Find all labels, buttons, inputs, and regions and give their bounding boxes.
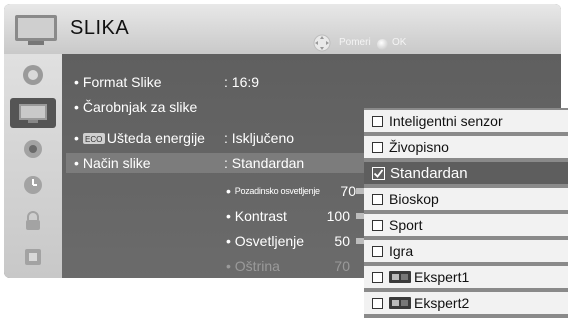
picture-icon (19, 104, 47, 123)
svg-text:ECO: ECO (85, 135, 102, 144)
option-label: Igra (389, 243, 414, 259)
menu-item-label: Format Slike (82, 74, 162, 90)
tv-icon (15, 15, 57, 45)
audio-icon (24, 140, 42, 158)
navigation-pad-icon (313, 34, 331, 52)
bullet: • (74, 130, 79, 146)
menu-item-value: : Isključeno (224, 130, 295, 146)
menu-item-label: Način slike (82, 155, 151, 171)
sidebar-item-lock[interactable] (10, 206, 56, 236)
option-label: Inteligentni senzor (389, 113, 503, 129)
menu-item-format[interactable]: • Format Slike : 16:9 (74, 72, 374, 92)
menu-item-value: : 16:9 (224, 74, 260, 90)
option-standard[interactable]: Standardan (364, 162, 568, 184)
sidebar-item-settings[interactable] (10, 60, 56, 90)
option-label: Ekspert1 (414, 269, 470, 285)
setting-brightness[interactable]: • Osvetljenje 50 (226, 230, 376, 252)
menu-item-label: Ušteda energije (106, 130, 205, 146)
setting-value: 70 (340, 183, 356, 199)
bullet: • (226, 233, 235, 249)
option-sport[interactable]: Sport (364, 214, 568, 236)
checkbox (372, 271, 383, 283)
checkbox (372, 219, 383, 231)
setting-label: Osvetljenje (234, 233, 305, 249)
bullet: • (226, 208, 235, 224)
time-icon (24, 176, 42, 194)
lock-icon (26, 211, 40, 230)
bullet: • (74, 74, 79, 90)
menu-item-picture-mode[interactable]: • Način slike : Standardan (66, 153, 366, 173)
page-title: SLIKA (70, 17, 130, 39)
bullet: • (226, 183, 235, 199)
option-label: Ekspert2 (414, 295, 470, 311)
sidebar-item-option[interactable] (10, 242, 56, 272)
option-intelligent-sensor[interactable]: Inteligentni senzor (364, 110, 568, 132)
checkbox (372, 297, 383, 309)
option-vivid[interactable]: Živopisno (364, 136, 568, 158)
checkmark-icon (372, 166, 385, 180)
ok-hint: OK (392, 37, 407, 48)
setting-sharpness[interactable]: • Oštrina 70 (226, 255, 376, 277)
setting-label: Kontrast (234, 208, 287, 224)
energy-saving-icon: ECO (82, 132, 105, 144)
setting-value: 100 (326, 208, 350, 224)
bullet: • (226, 258, 235, 274)
expert-icon (389, 271, 411, 283)
checkbox (372, 115, 383, 127)
expert-icon (389, 297, 411, 309)
checkbox (372, 141, 383, 153)
option-label: Bioskop (389, 191, 439, 207)
picture-mode-dropdown: Inteligentni senzor Živopisno Standardan… (364, 108, 568, 318)
bullet: • (74, 99, 79, 115)
checkbox (372, 245, 383, 257)
menu-item-value: : Standardan (224, 155, 305, 171)
option-label: Sport (389, 217, 423, 233)
move-hint: Pomeri (339, 37, 371, 48)
option-label: Standardan (390, 164, 468, 182)
setting-value: 70 (334, 258, 350, 274)
checkbox (372, 193, 383, 205)
option-label: Živopisno (389, 139, 449, 155)
menu-header: SLIKA Pomeri OK (4, 4, 561, 54)
setting-backlight[interactable]: • Pozadinsko osvetljenje 70 (226, 180, 376, 202)
bullet: • (74, 155, 79, 171)
option-expert1[interactable]: Ekspert1 (364, 266, 568, 288)
option-icon (25, 249, 41, 265)
option-expert2[interactable]: Ekspert2 (364, 292, 568, 314)
sidebar-item-time[interactable] (10, 170, 56, 200)
menu-item-wizard[interactable]: • Čarobnjak za slike (74, 97, 374, 117)
menu-item-label: Čarobnjak za slike (82, 99, 198, 115)
setting-value: 50 (334, 233, 350, 249)
option-game[interactable]: Igra (364, 240, 568, 262)
picture-settings-icon (23, 65, 43, 85)
menu-item-energy-saving[interactable]: • ECO Ušteda energije : Isključeno (74, 128, 374, 148)
setting-label: Oštrina (234, 258, 280, 274)
category-sidebar (4, 54, 62, 278)
sidebar-item-picture[interactable] (10, 98, 56, 128)
ok-button-icon (377, 39, 388, 50)
setting-contrast[interactable]: • Kontrast 100 (226, 205, 376, 227)
sidebar-item-audio[interactable] (10, 134, 56, 164)
setting-label: Pozadinsko osvetljenje (234, 186, 320, 196)
option-cinema[interactable]: Bioskop (364, 188, 568, 210)
